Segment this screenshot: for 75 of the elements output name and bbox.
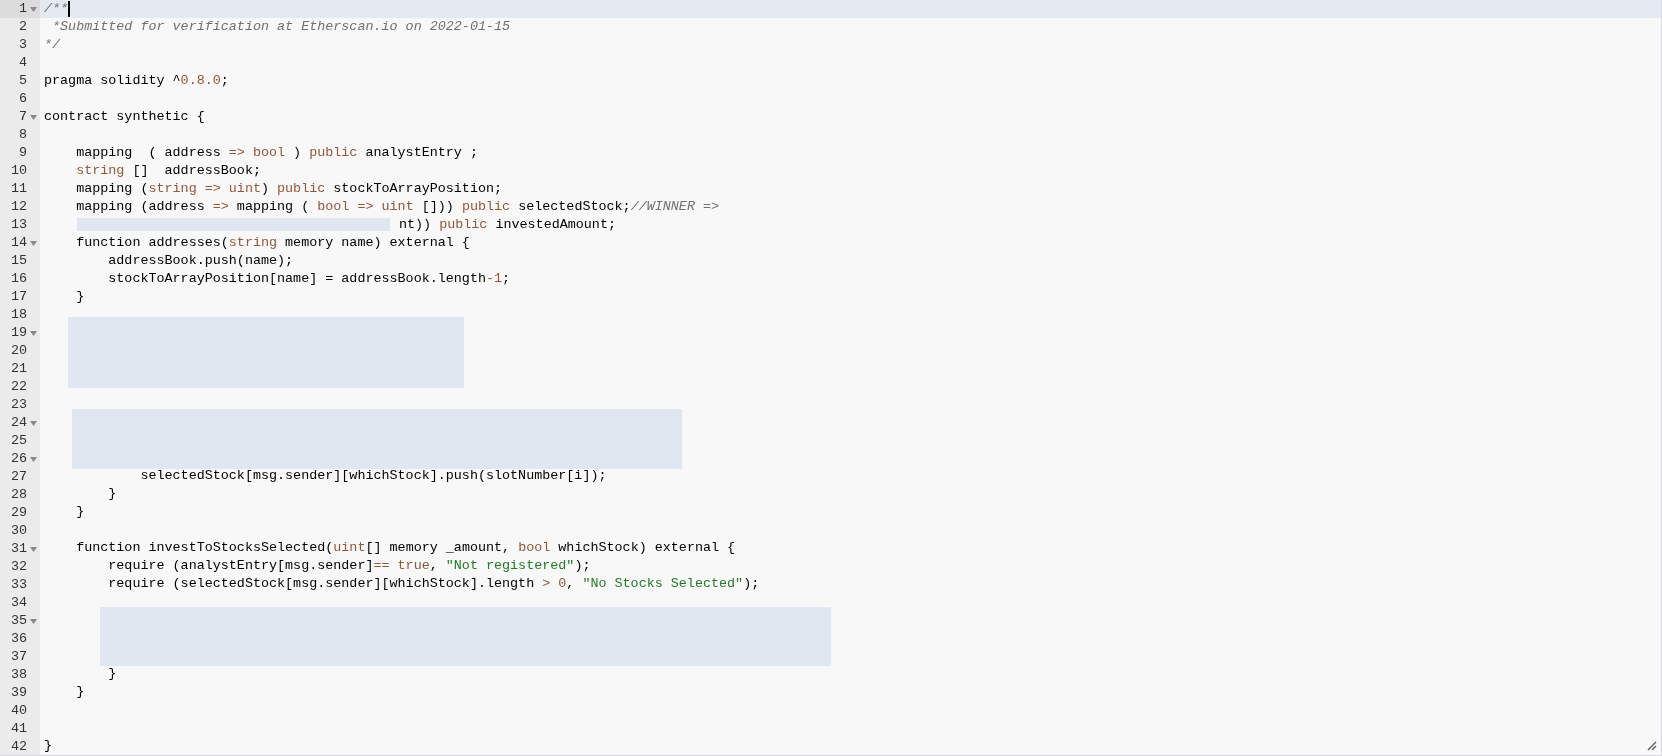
line-number: 19 [10,323,27,342]
code-line: mapping ( address => bool ) public analystEntry ; [75,143,478,162]
line-number: 21 [10,359,27,378]
line-number: 42 [10,737,27,755]
code-line: } [107,485,117,504]
code-line: } [107,665,117,684]
code-line: require (analystEntry[msg.sender]== true, "Not registered"); [107,557,591,576]
line-number: 3 [18,35,27,54]
line-number: 31 [10,539,27,558]
code-line: } [75,503,85,522]
line-number: 23 [10,395,27,414]
fold-caret-icon[interactable] [30,6,37,12]
line-number: 24 [10,413,27,432]
code-line: mapping (string => uint) public stockToArrayPosition; [75,179,503,198]
line-number: 10 [10,161,27,180]
code-line: */ [44,36,61,54]
code-line: string [] addressBook; [75,161,261,180]
code-line: /** [44,0,69,18]
line-number: 28 [10,485,27,504]
line-number: 25 [10,431,27,450]
line-number: 11 [10,179,27,198]
line-number: 35 [10,611,27,630]
line-number: 1 [18,0,27,18]
code-line: nt)) public investedAmount; [399,215,616,234]
line-number: 8 [18,125,27,144]
code-line: contract synthetic { [44,107,205,126]
line-number: 2 [18,17,27,36]
line-number: 9 [18,143,27,162]
line-number: 22 [10,377,27,396]
line-number: 18 [10,305,27,324]
code-line: } [44,737,53,755]
code-line: require (selectedStock[msg.sender][whichStock].length > 0, "No Stocks Selected"); [107,575,760,594]
line-number: 15 [10,251,27,270]
line-number: 13 [10,215,27,234]
line-number: 12 [10,197,27,216]
line-number: 34 [10,593,27,612]
line-number: 4 [18,53,27,72]
code-line: } [75,683,85,702]
code-line: *Submitted for verification at Etherscan.io on 2022-01-15 [51,18,511,36]
code-line: pragma solidity ^0.8.0; [44,71,229,90]
line-number: 36 [10,629,27,648]
line-number: 27 [10,467,27,486]
code-line: } [75,287,85,306]
fold-caret-icon[interactable] [30,420,37,426]
line-number: 30 [10,521,27,540]
fold-caret-icon[interactable] [30,114,37,120]
line-number: 16 [10,269,27,288]
line-number: 39 [10,683,27,702]
line-number: 20 [10,341,27,360]
line-number: 40 [10,701,27,720]
code-line: addressBook.push(name); [107,251,294,270]
line-number: 32 [10,557,27,576]
code-line: stockToArrayPosition[name] = addressBook.length-1; [107,269,511,288]
line-number: 26 [10,449,27,468]
code-line: mapping (address => mapping ( bool => uint [])) public selectedStock;//WINNER => [75,197,720,216]
line-number: 37 [10,647,27,666]
fold-caret-icon[interactable] [30,240,37,246]
line-number: 38 [10,665,27,684]
line-number: 7 [18,107,27,126]
line-number: 14 [10,233,27,252]
text-cursor [68,1,71,17]
code-line: function investToStocksSelected(uint[] memory _amount, bool whichStock) external { [75,539,736,558]
fold-caret-icon[interactable] [30,330,37,336]
code-line: function addresses(string memory name) external { [75,233,470,252]
fold-caret-icon[interactable] [30,618,37,624]
line-number: 6 [18,89,27,108]
code-line: selectedStock[msg.sender][whichStock].push(slotNumber[i]); [139,467,607,486]
resize-handle-icon[interactable] [1647,741,1657,751]
line-number: 33 [10,575,27,594]
line-number: 17 [10,287,27,306]
fold-caret-icon[interactable] [30,546,37,552]
fold-caret-icon[interactable] [30,456,37,462]
line-number: 29 [10,503,27,522]
line-number: 41 [10,719,27,738]
line-number: 5 [18,71,27,90]
